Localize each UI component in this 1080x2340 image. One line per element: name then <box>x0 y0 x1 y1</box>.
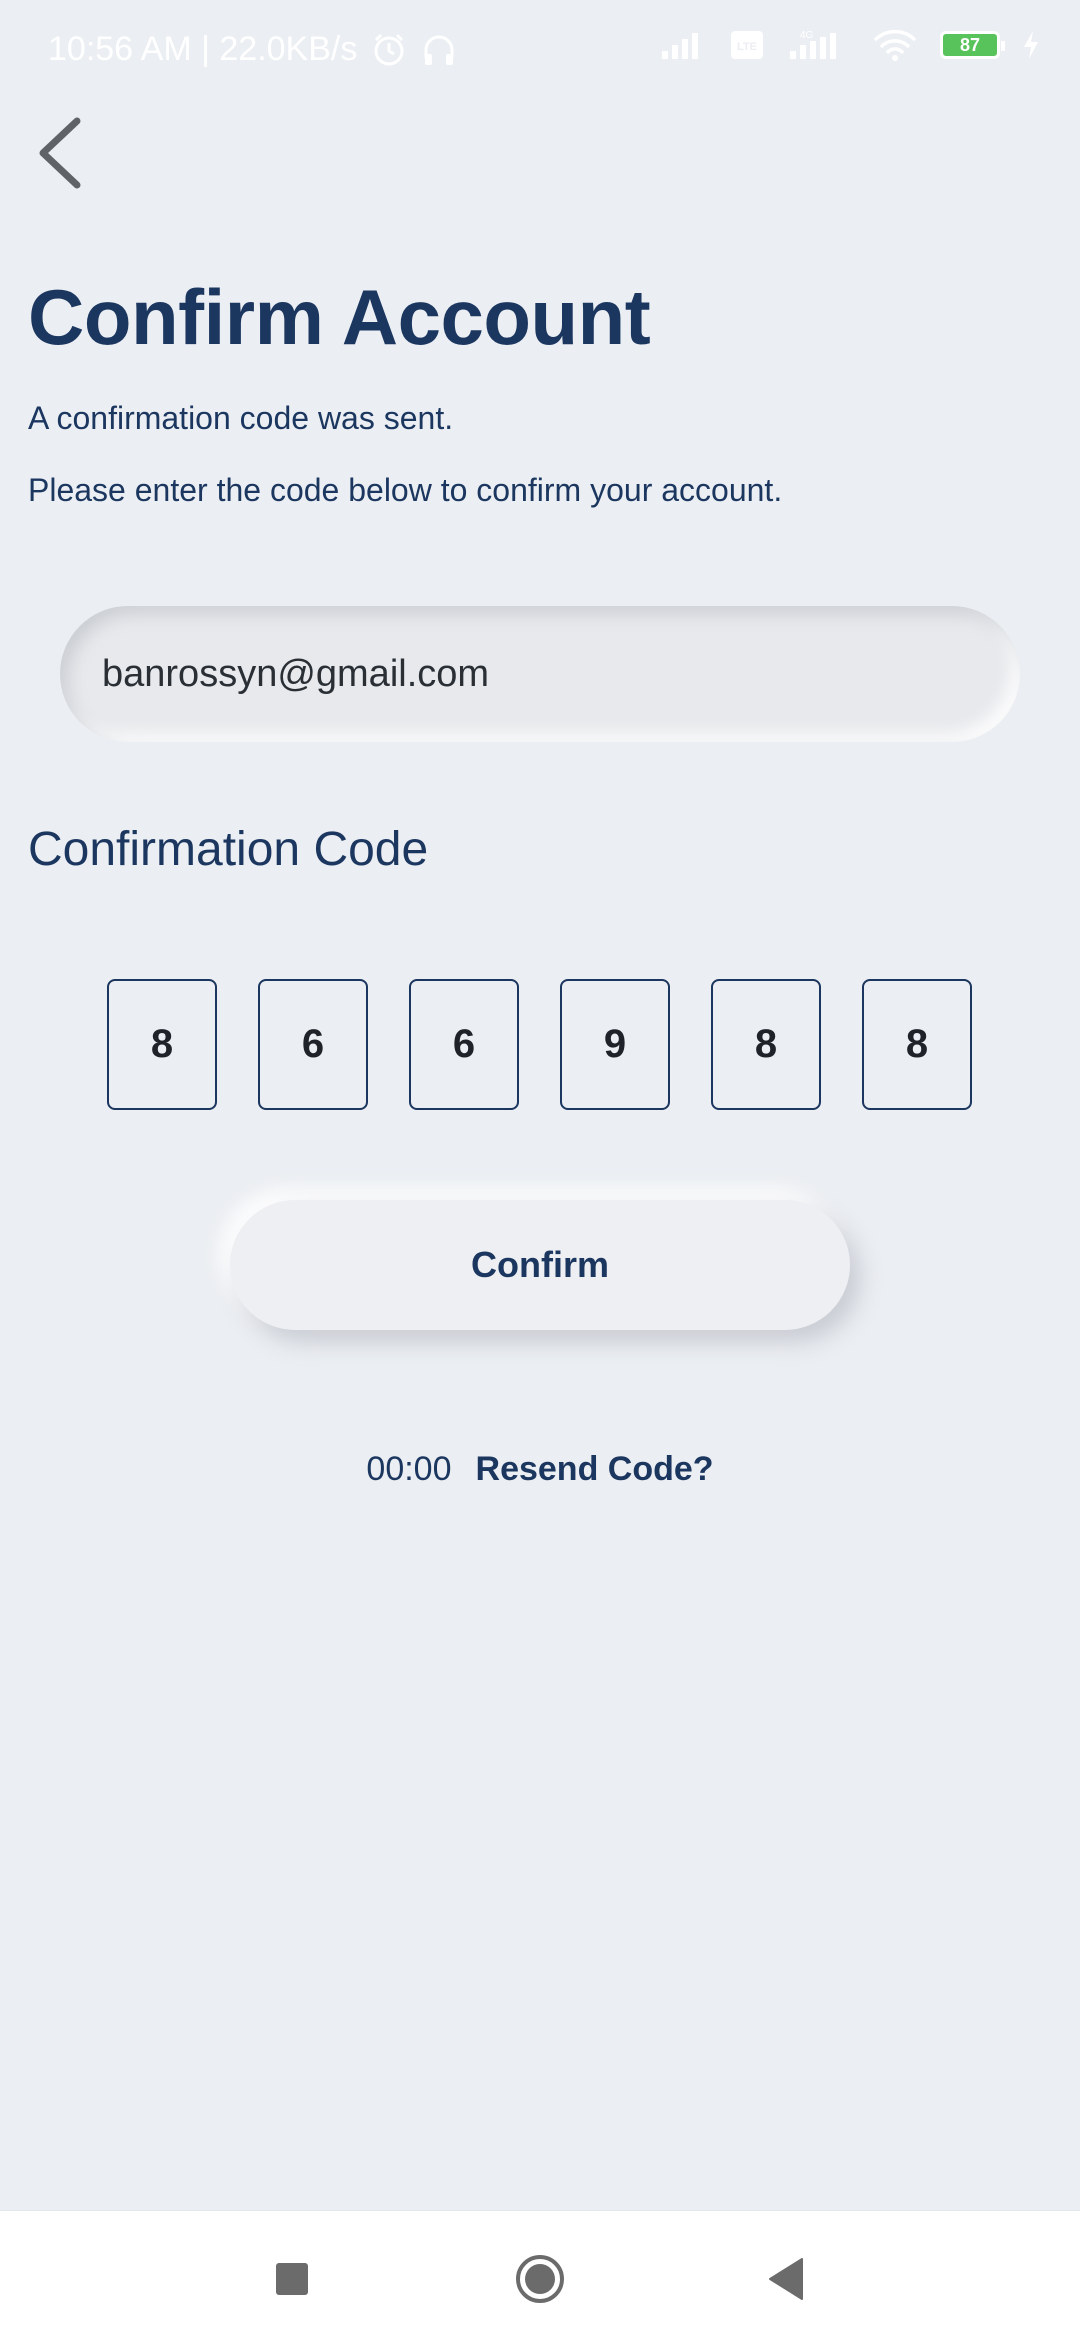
code-input-row: 8 6 6 9 8 8 <box>0 979 1080 1111</box>
confirm-button[interactable]: Confirm <box>230 1200 850 1330</box>
back-icon <box>766 2257 806 2306</box>
code-digit-6[interactable]: 8 <box>862 979 972 1110</box>
system-back-button[interactable] <box>756 2251 816 2311</box>
status-time: 10:56 AM | 22.0KB/s <box>48 30 358 68</box>
charging-icon <box>1022 30 1040 60</box>
code-digit-5[interactable]: 8 <box>711 979 821 1110</box>
code-digit-4[interactable]: 9 <box>560 979 670 1110</box>
svg-text:4G: 4G <box>800 30 814 41</box>
signal-icon <box>660 29 708 61</box>
confirmation-code-label: Confirmation Code <box>28 823 429 876</box>
info-text: A confirmation code was sent. <box>28 400 454 436</box>
svg-text:LTE: LTE <box>737 41 757 53</box>
countdown-timer: 00:00 <box>366 1450 452 1488</box>
email-field[interactable]: banrossyn@gmail.com <box>60 606 1020 742</box>
status-bar: 10:56 AM | 22.0KB/s LTE 4G 87 <box>0 0 1080 100</box>
signal-4g-icon: 4G <box>786 29 850 61</box>
code-digit-3[interactable]: 6 <box>409 979 519 1110</box>
recents-icon <box>274 2261 310 2302</box>
email-value: banrossyn@gmail.com <box>102 652 490 695</box>
chevron-left-icon <box>31 113 87 198</box>
recents-button[interactable] <box>262 2251 322 2311</box>
navigation-bar <box>0 2210 1080 2340</box>
code-digit-2[interactable]: 6 <box>258 979 368 1110</box>
volte-icon: LTE <box>730 30 764 60</box>
page-title: Confirm Account <box>28 273 651 361</box>
wifi-icon <box>872 28 918 62</box>
resend-row: 00:00 Resend Code? <box>0 1450 1080 1489</box>
instruction-text: Please enter the code below to confirm y… <box>28 472 783 508</box>
battery-icon: 87 <box>940 31 1005 59</box>
resend-code-link[interactable]: Resend Code? <box>476 1450 714 1489</box>
home-button[interactable] <box>510 2251 570 2311</box>
headphones-icon <box>421 32 457 68</box>
back-button[interactable] <box>24 115 94 195</box>
battery-level: 87 <box>959 34 981 55</box>
alarm-icon <box>371 32 407 68</box>
code-digit-1[interactable]: 8 <box>107 979 217 1110</box>
home-icon <box>514 2253 566 2310</box>
